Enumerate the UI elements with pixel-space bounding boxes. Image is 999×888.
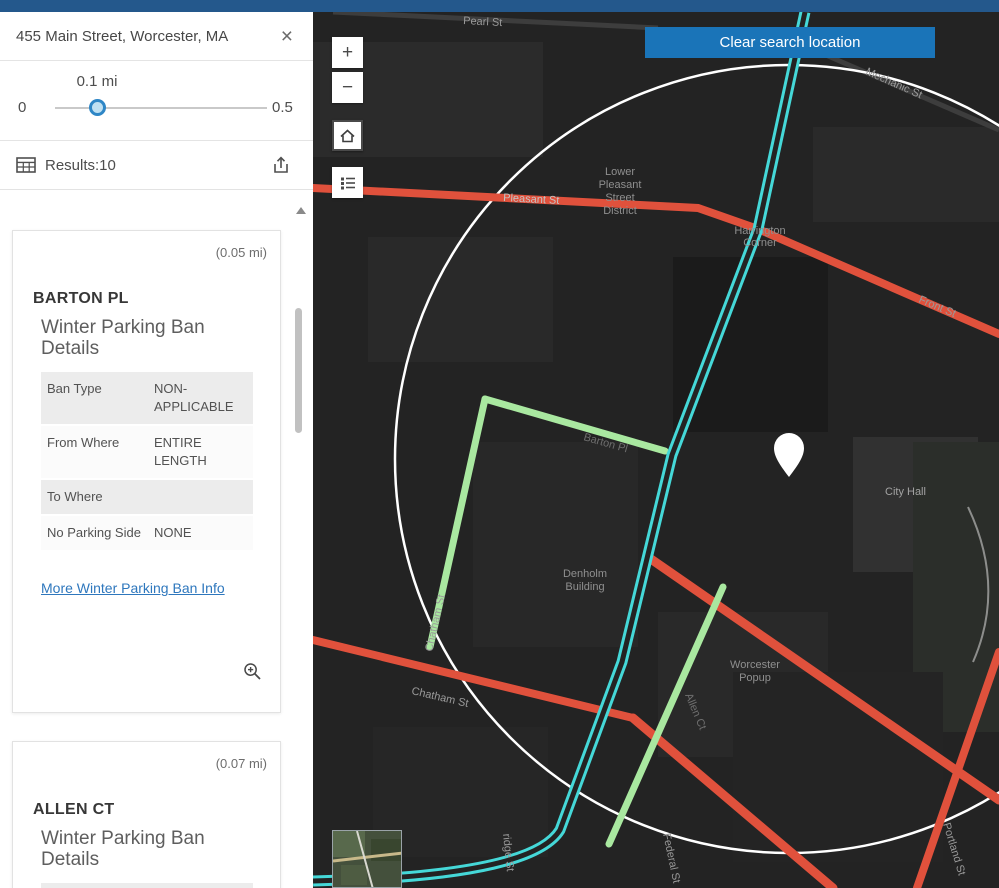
distance-slider-section: 0.1 mi 0 0.5 — [0, 61, 313, 141]
more-info-link[interactable]: More Winter Parking Ban Info — [41, 580, 225, 596]
results-count-label: Results:10 — [45, 156, 116, 174]
map-canvas[interactable]: Pearl St Mechanic St Lower Pleasant Stre… — [313, 12, 999, 888]
row-value: NONE — [148, 515, 253, 552]
home-extent-button[interactable] — [332, 120, 363, 151]
map-label-street: Street — [605, 192, 634, 204]
result-subtitle: Winter Parking Ban Details — [41, 317, 205, 359]
table-row: To Where — [41, 479, 253, 516]
slider-handle[interactable] — [89, 99, 106, 116]
map-label-worcester: Worcester — [730, 659, 780, 671]
scroll-up-arrow[interactable] — [296, 207, 306, 214]
distance-slider[interactable] — [55, 99, 267, 116]
zoom-in-button[interactable]: + — [332, 37, 363, 68]
legend-button[interactable] — [332, 167, 363, 198]
map-label-building: Building — [565, 581, 604, 593]
zoom-out-button[interactable]: − — [332, 72, 363, 103]
scrollbar-thumb[interactable] — [295, 308, 302, 433]
zoom-to-feature-button[interactable] — [243, 662, 262, 686]
row-label: No Parking Side — [41, 515, 148, 552]
clear-search-location-button[interactable]: Clear search location — [645, 27, 935, 58]
table-row: Ban Type NON-APPLICABLE — [41, 372, 253, 426]
map-label-district: District — [603, 205, 637, 217]
results-table-icon — [16, 157, 36, 173]
slider-min-label: 0 — [18, 99, 27, 116]
map-label-harrington: Harrington — [734, 225, 785, 237]
result-subtitle: Winter Parking Ban Details — [41, 828, 205, 870]
result-card-barton-pl[interactable]: (0.05 mi) BARTON PL Winter Parking Ban D… — [12, 230, 281, 713]
map-label-corner: Corner — [743, 237, 777, 249]
map-label-city-hall: City Hall — [885, 486, 926, 498]
row-label: To Where — [41, 479, 148, 516]
building-block — [368, 237, 553, 362]
map-label-popup: Popup — [739, 672, 771, 684]
result-distance: (0.05 mi) — [215, 245, 267, 260]
clear-search-x-button[interactable]: × — [281, 26, 293, 47]
row-value: NON-APPLICABLE — [148, 372, 253, 426]
magnifier-plus-icon — [244, 663, 261, 680]
row-label — [41, 883, 148, 888]
map-label-pleasant: Pleasant — [599, 179, 642, 191]
result-card-allen-ct[interactable]: (0.07 mi) ALLEN CT Winter Parking Ban De… — [12, 741, 281, 888]
map-label-pearl-st: Pearl St — [463, 15, 503, 29]
results-header-row: Results:10 — [0, 141, 313, 190]
table-row — [41, 883, 253, 888]
table-row: From Where ENTIRE LENGTH — [41, 425, 253, 480]
export-results-button[interactable] — [271, 155, 291, 175]
result-street-name: ALLEN CT — [33, 801, 115, 818]
ban-details-table: Ban Type NON-APPLICABLE From Where ENTIR… — [41, 372, 253, 552]
search-row: 455 Main Street, Worcester, MA × — [0, 12, 313, 61]
app-header — [0, 0, 999, 12]
building-block — [473, 442, 638, 647]
slider-max-label: 0.5 — [272, 99, 293, 116]
slider-current-value: 0.1 mi — [76, 73, 118, 90]
basemap-thumbnail-image — [333, 831, 401, 887]
sidebar: 455 Main Street, Worcester, MA × 0.1 mi … — [0, 12, 313, 888]
row-label: Ban Type — [41, 372, 148, 426]
map-label-denholm: Denholm — [563, 568, 607, 580]
export-icon — [274, 156, 288, 173]
home-icon — [340, 128, 355, 142]
results-list: (0.05 mi) BARTON PL Winter Parking Ban D… — [0, 190, 313, 888]
row-value: ENTIRE LENGTH — [148, 425, 253, 480]
building-block — [813, 127, 999, 222]
row-value — [148, 479, 253, 516]
row-value — [148, 883, 253, 888]
app: 455 Main Street, Worcester, MA × 0.1 mi … — [0, 0, 999, 888]
result-distance: (0.07 mi) — [215, 756, 267, 771]
basemap-thumbnail[interactable] — [332, 830, 402, 888]
search-address-value: 455 Main Street, Worcester, MA — [16, 27, 229, 45]
row-label: From Where — [41, 425, 148, 480]
map-area: Pearl St Mechanic St Lower Pleasant Stre… — [313, 12, 999, 888]
map-label-lower: Lower — [605, 166, 635, 178]
result-street-name: BARTON PL — [33, 290, 129, 307]
table-row: No Parking Side NONE — [41, 515, 253, 552]
legend-icon — [340, 177, 355, 189]
ban-details-table — [41, 883, 253, 888]
